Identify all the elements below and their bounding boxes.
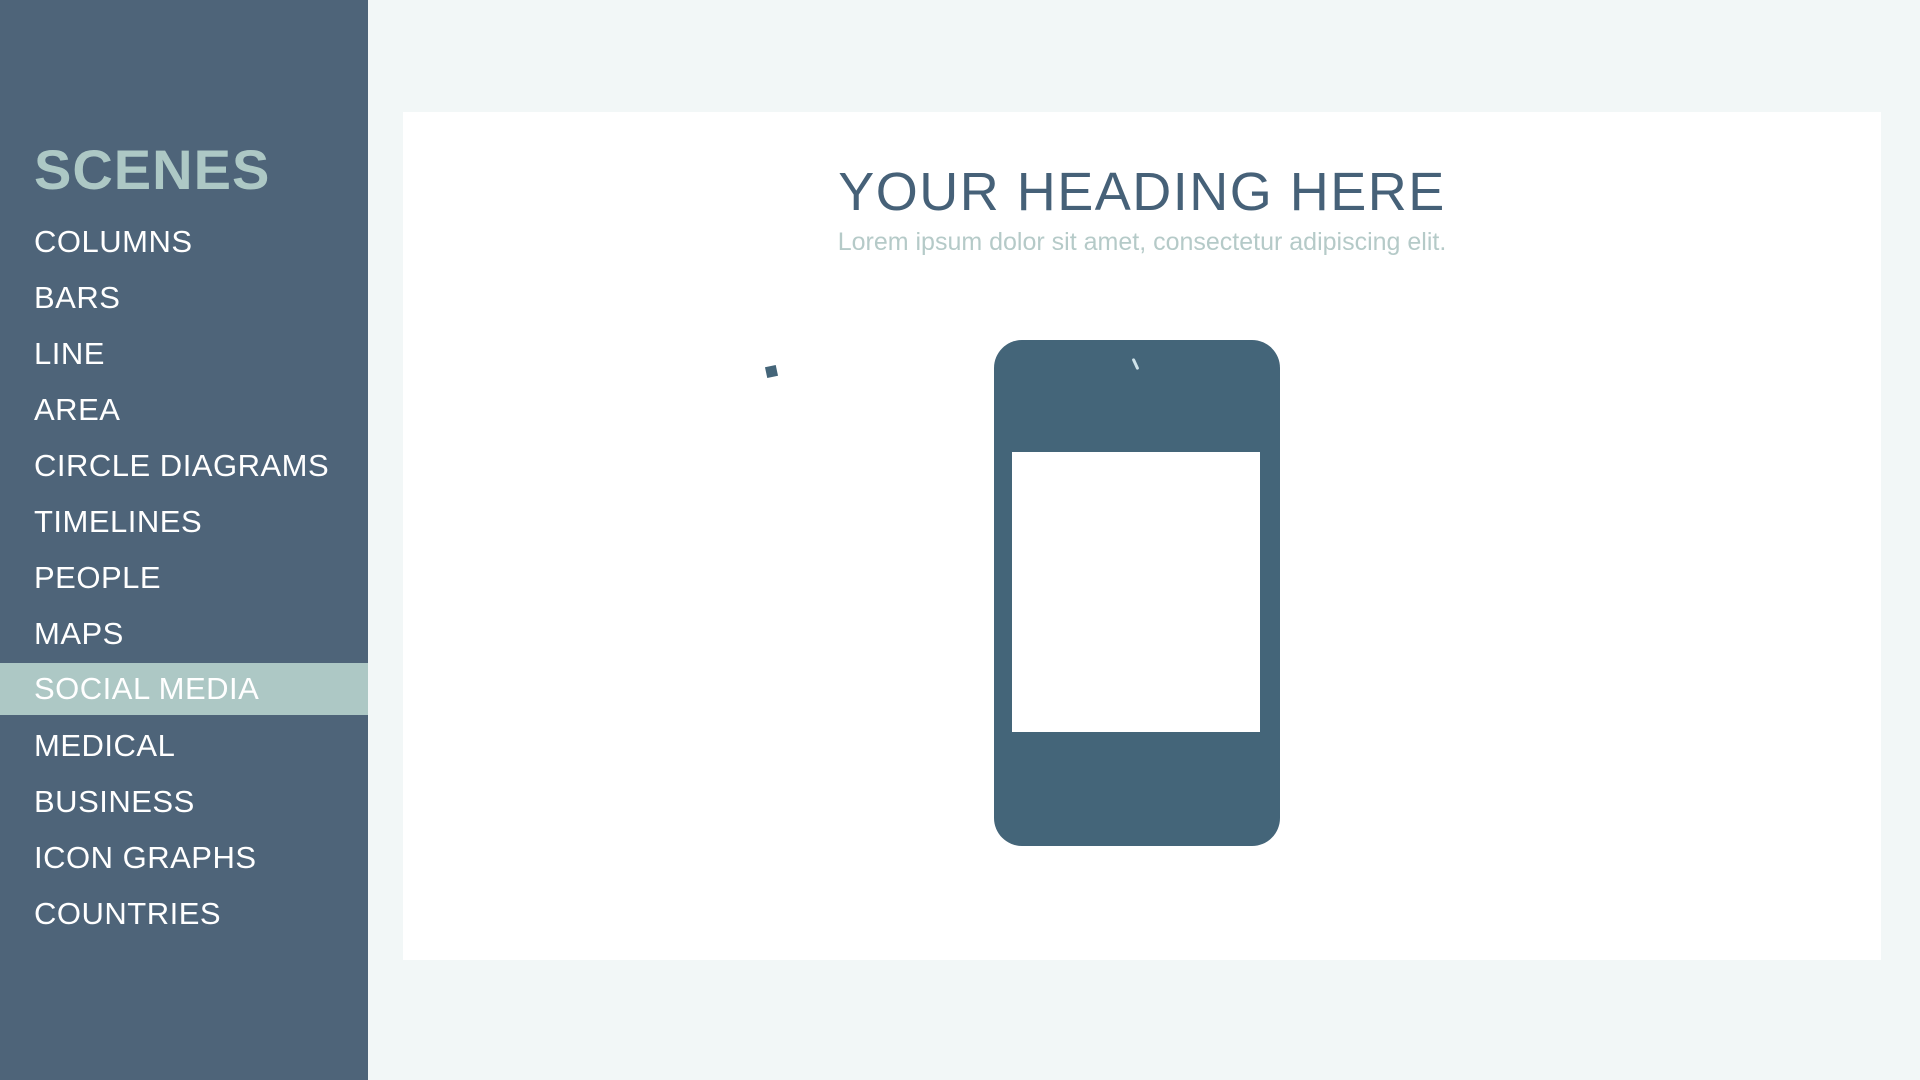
phone-screen <box>1012 452 1260 732</box>
page-title: YOUR HEADING HERE <box>838 162 1446 222</box>
sidebar-item-business[interactable]: BUSINESS <box>0 774 368 830</box>
sidebar-item-circle-diagrams[interactable]: CIRCLE DIAGRAMS <box>0 438 368 494</box>
sidebar-title: SCENES <box>34 138 271 201</box>
decorative-square-icon <box>764 364 779 379</box>
sidebar-item-line[interactable]: LINE <box>0 326 368 382</box>
smartphone-icon <box>994 340 1280 846</box>
sidebar-item-people[interactable]: PEOPLE <box>0 550 368 606</box>
sidebar-nav: COLUMNS BARS LINE AREA CIRCLE DIAGRAMS T… <box>0 214 368 942</box>
sidebar-item-social-media[interactable]: SOCIAL MEDIA <box>0 663 368 715</box>
sidebar-item-area[interactable]: AREA <box>0 382 368 438</box>
phone-speaker-icon <box>1131 357 1140 371</box>
sidebar-item-maps[interactable]: MAPS <box>0 606 368 662</box>
sidebar-item-medical[interactable]: MEDICAL <box>0 718 368 774</box>
sidebar-item-columns[interactable]: COLUMNS <box>0 214 368 270</box>
page-subtitle: Lorem ipsum dolor sit amet, consectetur … <box>837 228 1447 256</box>
sidebar-item-timelines[interactable]: TIMELINES <box>0 494 368 550</box>
sidebar-item-icon-graphs[interactable]: ICON GRAPHS <box>0 830 368 886</box>
sidebar-item-bars[interactable]: BARS <box>0 270 368 326</box>
sidebar: SCENES COLUMNS BARS LINE AREA CIRCLE DIA… <box>0 0 368 1080</box>
scene-card: YOUR HEADING HERE Lorem ipsum dolor sit … <box>403 112 1881 960</box>
sidebar-item-countries[interactable]: COUNTRIES <box>0 886 368 942</box>
